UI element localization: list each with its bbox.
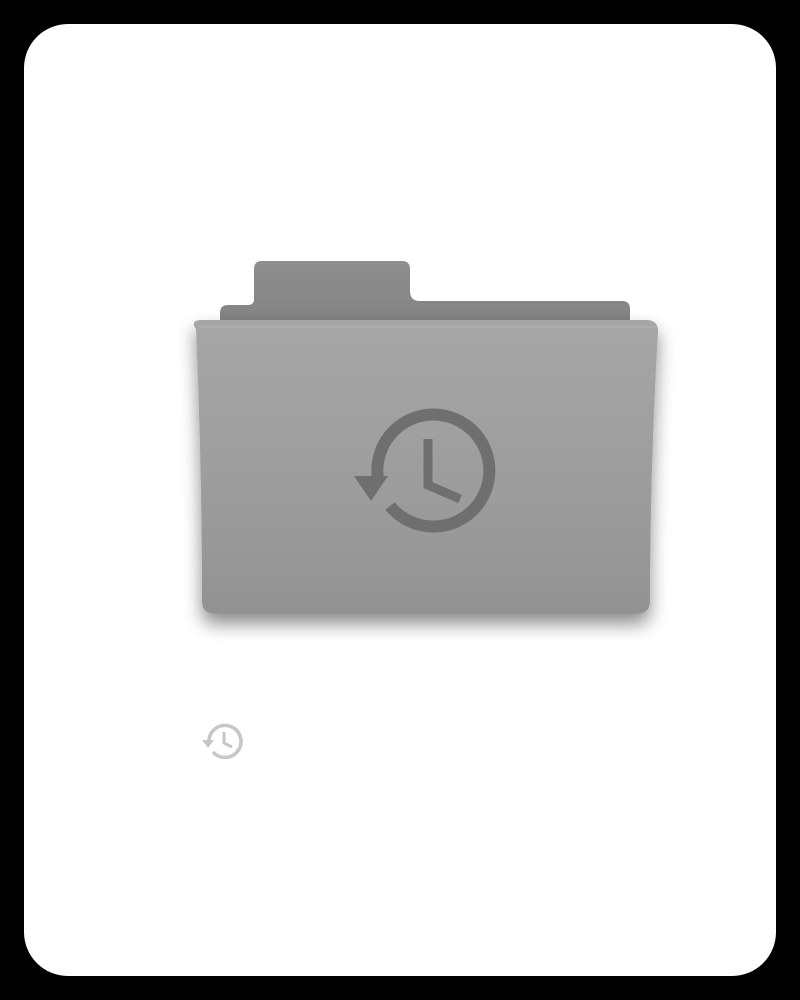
- screen-frame: [0, 0, 800, 1000]
- history-folder-icon: [193, 261, 658, 614]
- icon-preview-card: [24, 24, 776, 976]
- history-icon: [202, 723, 243, 760]
